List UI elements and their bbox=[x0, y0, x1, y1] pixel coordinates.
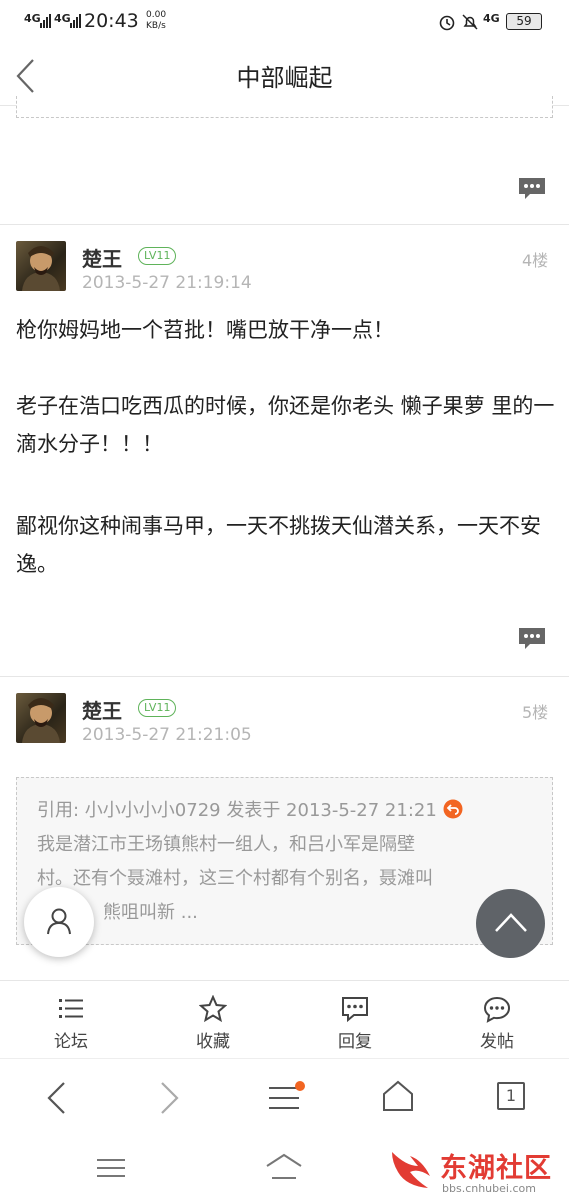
nav-home-icon[interactable] bbox=[264, 1152, 304, 1182]
quote-block: 引用: 小小小小小0729 发表于 2013-5-27 21:21 我是潜江市王… bbox=[16, 777, 553, 945]
post-time: 2013-5-27 21:21:05 bbox=[82, 725, 252, 745]
list-icon bbox=[59, 999, 83, 1018]
tab-label: 回复 bbox=[338, 1032, 372, 1052]
post-paragraph: 枪你姆妈地一个苕批！嘴巴放干净一点！ bbox=[16, 318, 394, 342]
quote-header: 引用: 小小小小小0729 发表于 2013-5-27 21:21 bbox=[37, 794, 532, 828]
menu-icon[interactable] bbox=[266, 1081, 306, 1115]
avatar-image bbox=[22, 698, 60, 743]
tab-reply[interactable]: 回复 bbox=[305, 981, 405, 1059]
user-float-button[interactable] bbox=[24, 887, 94, 957]
floor-number: 5楼 bbox=[522, 703, 549, 722]
battery-icon: 59 bbox=[506, 13, 542, 30]
quote-line: 村。还有个聂滩村，这三个村都有个别名，聂滩叫 bbox=[37, 868, 433, 889]
avatar[interactable] bbox=[16, 241, 66, 291]
post-time: 2013-5-27 21:19:14 bbox=[82, 273, 252, 293]
signal-2: 4G bbox=[54, 12, 71, 25]
browser-forward-icon[interactable] bbox=[158, 1081, 182, 1115]
quote-line: 熊咀叫新 ... bbox=[103, 902, 198, 923]
network-type: 4G bbox=[483, 12, 500, 25]
level-badge: LV11 bbox=[138, 247, 177, 265]
mute-bell-icon bbox=[462, 14, 478, 30]
battery-level: 59 bbox=[516, 14, 532, 28]
post-4: 楚王 LV11 2013-5-27 21:19:14 4楼 枪你姆妈地一个苕批！… bbox=[0, 225, 569, 675]
tabs-count-button[interactable]: 1 bbox=[497, 1082, 525, 1110]
floor-number: 4楼 bbox=[522, 251, 549, 270]
signal-bars-icon bbox=[40, 14, 51, 28]
signal-1: 4G bbox=[24, 12, 41, 25]
chevron-up-icon bbox=[495, 913, 527, 932]
avatar-image bbox=[22, 246, 60, 291]
signal-bars-icon bbox=[70, 14, 81, 28]
tab-label: 论坛 bbox=[54, 1032, 88, 1052]
page-title: 中部崛起 bbox=[236, 64, 333, 92]
tab-post[interactable]: 发帖 bbox=[447, 981, 547, 1059]
bottom-tab-bar: 论坛 收藏 回复 发帖 bbox=[0, 980, 569, 1058]
username[interactable]: 楚王 bbox=[82, 695, 122, 724]
comment-icon[interactable] bbox=[516, 625, 548, 653]
tab-count: 1 bbox=[505, 1086, 517, 1105]
net-speed-unit: KB/s bbox=[146, 21, 166, 31]
post-icon bbox=[483, 996, 511, 1023]
level-badge: LV11 bbox=[138, 699, 177, 717]
tab-favorite[interactable]: 收藏 bbox=[163, 981, 263, 1059]
tab-forum[interactable]: 论坛 bbox=[21, 981, 121, 1059]
browser-toolbar: 1 bbox=[0, 1058, 569, 1138]
system-nav-bar: 东湖社区 bbs.cnhubei.com bbox=[0, 1138, 569, 1200]
watermark-url: bbs.cnhubei.com bbox=[442, 1182, 536, 1195]
scroll-top-button[interactable] bbox=[476, 889, 545, 958]
home-icon[interactable] bbox=[382, 1079, 414, 1113]
username[interactable]: 楚王 bbox=[82, 243, 122, 272]
status-bar: 4G 4G 20:43 0.00 KB/s 4G 59 bbox=[0, 0, 569, 44]
star-icon bbox=[199, 995, 227, 1023]
reply-icon bbox=[342, 997, 368, 1023]
avatar[interactable] bbox=[16, 693, 66, 743]
browser-back-icon[interactable] bbox=[44, 1081, 68, 1115]
tab-label: 发帖 bbox=[480, 1032, 514, 1052]
prev-quote-fragment bbox=[16, 96, 553, 118]
user-icon bbox=[47, 908, 71, 935]
alarm-icon bbox=[439, 15, 455, 31]
watermark-logo-icon bbox=[392, 1152, 430, 1188]
quote-line: 我是潜江市王场镇熊村一组人，和吕小军是隔壁 bbox=[37, 834, 415, 855]
tab-label: 收藏 bbox=[196, 1032, 230, 1052]
net-speed-value: 0.00 bbox=[146, 10, 167, 20]
post-paragraph: 鄙视你这种闹事马甲，一天不挑拨天仙潜关系，一天不安逸。 bbox=[16, 514, 541, 576]
post-paragraph: 老子在浩口吃西瓜的时候，你还是你老头 懒子果萝 里的一滴水分子！！！ bbox=[16, 394, 555, 456]
clock: 20:43 bbox=[84, 10, 139, 32]
quote-source[interactable]: 引用: 小小小小小0729 发表于 2013-5-27 21:21 bbox=[37, 800, 437, 821]
watermark: 东湖社区 bbs.cnhubei.com bbox=[388, 1142, 566, 1198]
jump-to-quote-icon[interactable] bbox=[443, 799, 463, 819]
comment-icon[interactable] bbox=[516, 175, 548, 203]
watermark-brand: 东湖社区 bbox=[440, 1153, 552, 1184]
recents-icon[interactable] bbox=[96, 1156, 126, 1180]
